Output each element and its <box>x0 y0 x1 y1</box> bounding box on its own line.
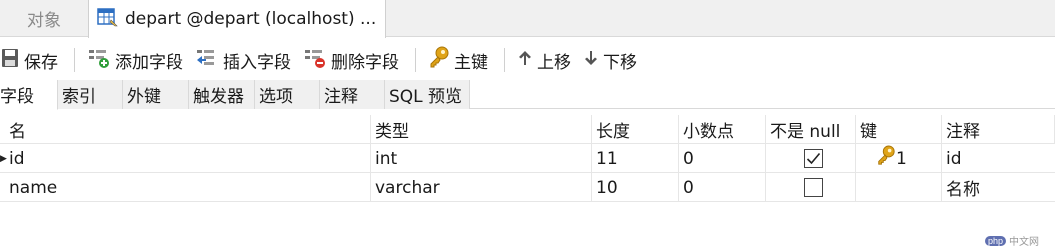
subtab-indexes[interactable]: 索引 <box>58 80 123 109</box>
header-type[interactable]: 类型 <box>371 115 592 144</box>
add-field-button[interactable]: 添加字段 <box>83 44 187 76</box>
add-field-icon <box>87 47 111 74</box>
tab-objects[interactable]: 对象 <box>0 0 88 37</box>
insert-field-label: 插入字段 <box>223 52 291 73</box>
field-decimals-cell[interactable]: 0 <box>679 173 766 202</box>
subtab-foreign-keys-label: 外键 <box>127 87 161 107</box>
design-toolbar: 保存 添加字段 插入字段 删除字段 主键 上移 下移 <box>0 41 1055 79</box>
field-name-cell[interactable]: name <box>5 173 371 202</box>
move-down-button[interactable]: 下移 <box>579 44 641 76</box>
key-icon <box>428 46 450 75</box>
primary-key-button[interactable]: 主键 <box>424 44 492 76</box>
arrow-down-icon <box>583 49 599 72</box>
subtab-sql-preview-label: SQL 预览 <box>389 87 463 107</box>
document-tab-bar: 对象 depart @depart (localhost) ... <box>0 0 1055 38</box>
subtab-comment[interactable]: 注释 <box>320 80 385 109</box>
subtab-fields-label: 字段 <box>0 87 34 107</box>
subtab-comment-label: 注释 <box>324 87 358 107</box>
grid-header-row: 名 类型 长度 小数点 不是 null 键 注释 <box>0 115 1055 144</box>
table-row[interactable]: name varchar 10 0 名称 <box>0 173 1055 202</box>
key-order: 1 <box>896 148 907 169</box>
field-not-null-cell <box>766 144 856 173</box>
arrow-up-icon <box>517 49 533 72</box>
field-decimals-cell[interactable]: 0 <box>679 144 766 173</box>
watermark-logo: php <box>985 235 1007 246</box>
not-null-checkbox[interactable] <box>804 149 823 168</box>
checkmark-icon <box>806 152 821 165</box>
primary-key-icon <box>876 145 896 172</box>
save-icon <box>0 47 20 74</box>
insert-field-icon <box>195 47 219 74</box>
move-up-label: 上移 <box>537 52 571 73</box>
subtab-fields[interactable]: 字段 <box>0 80 58 110</box>
toolbar-divider <box>74 48 75 72</box>
field-length-cell[interactable]: 11 <box>592 144 679 173</box>
tab-table-design[interactable]: depart @depart (localhost) ... <box>88 0 386 38</box>
field-key-cell[interactable] <box>856 173 942 202</box>
insert-field-button[interactable]: 插入字段 <box>191 44 295 76</box>
header-not-null[interactable]: 不是 null <box>766 115 856 144</box>
subtab-options[interactable]: 选项 <box>255 80 320 109</box>
field-comment-cell[interactable]: 名称 <box>942 173 1055 202</box>
design-subtabs: 字段 索引 外键 触发器 选项 注释 SQL 预览 <box>0 80 1055 110</box>
table-grid-icon <box>97 7 119 32</box>
move-down-label: 下移 <box>603 52 637 73</box>
save-button-label: 保存 <box>24 52 58 73</box>
header-key[interactable]: 键 <box>856 115 942 144</box>
delete-field-icon <box>303 47 327 74</box>
subtab-foreign-keys[interactable]: 外键 <box>123 80 189 109</box>
subtab-options-label: 选项 <box>259 87 293 107</box>
toolbar-divider <box>504 48 505 72</box>
field-length-cell[interactable]: 10 <box>592 173 679 202</box>
header-name[interactable]: 名 <box>5 115 371 144</box>
field-type-cell[interactable]: varchar <box>371 173 592 202</box>
field-name-cell[interactable]: id <box>5 144 371 173</box>
delete-field-button[interactable]: 删除字段 <box>299 44 403 76</box>
field-comment-cell[interactable]: id <box>942 144 1055 173</box>
subtab-indexes-label: 索引 <box>62 87 96 107</box>
field-not-null-cell <box>766 173 856 202</box>
not-null-checkbox[interactable] <box>804 178 823 197</box>
header-decimals[interactable]: 小数点 <box>679 115 766 144</box>
subtab-triggers-label: 触发器 <box>193 87 244 107</box>
save-button[interactable]: 保存 <box>0 44 62 76</box>
toolbar-divider <box>415 48 416 72</box>
field-key-cell[interactable]: 1 <box>856 144 942 173</box>
site-watermark: php 中文网 <box>985 233 1039 248</box>
subtab-sql-preview[interactable]: SQL 预览 <box>385 80 470 109</box>
tab-table-design-label: depart @depart (localhost) ... <box>125 9 377 29</box>
subtab-triggers[interactable]: 触发器 <box>189 80 255 109</box>
delete-field-label: 删除字段 <box>331 52 399 73</box>
move-up-button[interactable]: 上移 <box>513 44 575 76</box>
tab-objects-label: 对象 <box>27 11 61 31</box>
watermark-text: 中文网 <box>1009 237 1040 248</box>
header-comment[interactable]: 注释 <box>942 115 1055 144</box>
field-type-cell[interactable]: int <box>371 144 592 173</box>
primary-key-label: 主键 <box>454 52 488 73</box>
table-row[interactable]: ▶ id int 11 0 1 id <box>0 144 1055 173</box>
header-length[interactable]: 长度 <box>592 115 679 144</box>
add-field-label: 添加字段 <box>115 52 183 73</box>
